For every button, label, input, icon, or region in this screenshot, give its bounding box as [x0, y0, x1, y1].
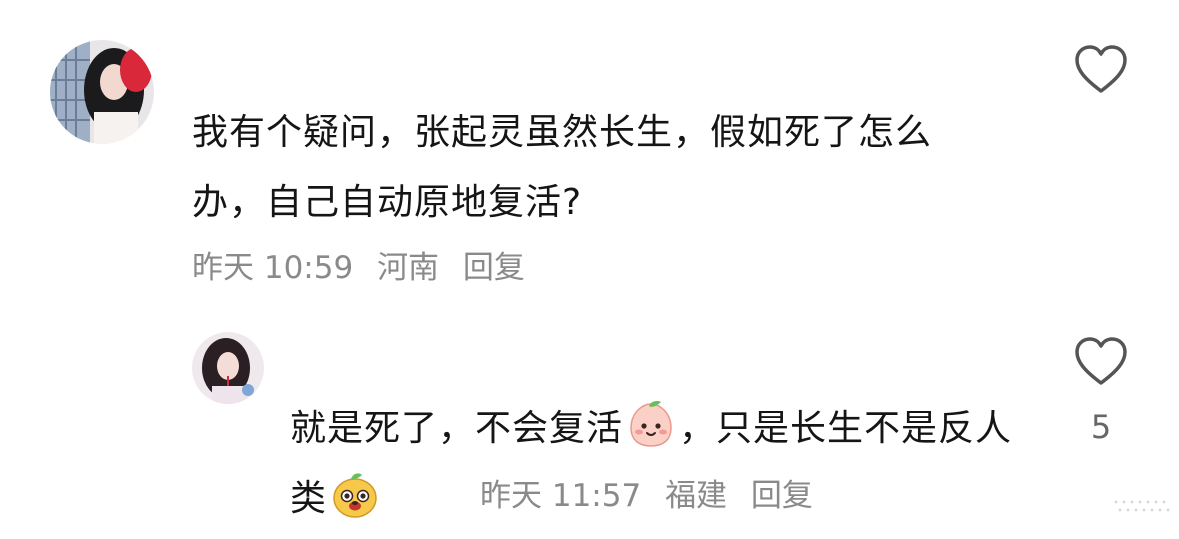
reply-button[interactable]: 回复: [751, 478, 813, 514]
reply-text-part1: 就是死了，不会复活: [290, 408, 624, 449]
reply-location: 福建: [665, 478, 728, 514]
peach-smile-emoji: [625, 398, 677, 450]
comment-time: 昨天 10:59: [192, 250, 354, 286]
reply-button[interactable]: 回复: [463, 250, 525, 286]
comment-meta: 昨天 10:59 河南 回复: [192, 248, 539, 288]
like-button[interactable]: [1073, 44, 1129, 96]
like-count: 5: [1090, 408, 1112, 446]
reply-meta: 昨天 11:57 福建 回复: [480, 476, 827, 516]
comment-thread: 我有个疑问，张起灵虽然长生，假如死了怎么办，自己自动原地复活? 昨天 10:59…: [0, 0, 1179, 539]
comment-location: 河南: [377, 250, 440, 286]
heart-icon: [1075, 337, 1127, 385]
commenter-avatar[interactable]: [50, 40, 154, 144]
heart-icon: [1075, 45, 1127, 93]
comment-text: 我有个疑问，张起灵虽然长生，假如死了怎么办，自己自动原地复活?: [192, 112, 933, 223]
replier-avatar[interactable]: [192, 332, 264, 404]
dog-face-emoji: [329, 468, 381, 520]
reply-time: 昨天 11:57: [480, 478, 642, 514]
like-button[interactable]: [1073, 336, 1129, 388]
watermark-pattern: [1112, 496, 1172, 518]
